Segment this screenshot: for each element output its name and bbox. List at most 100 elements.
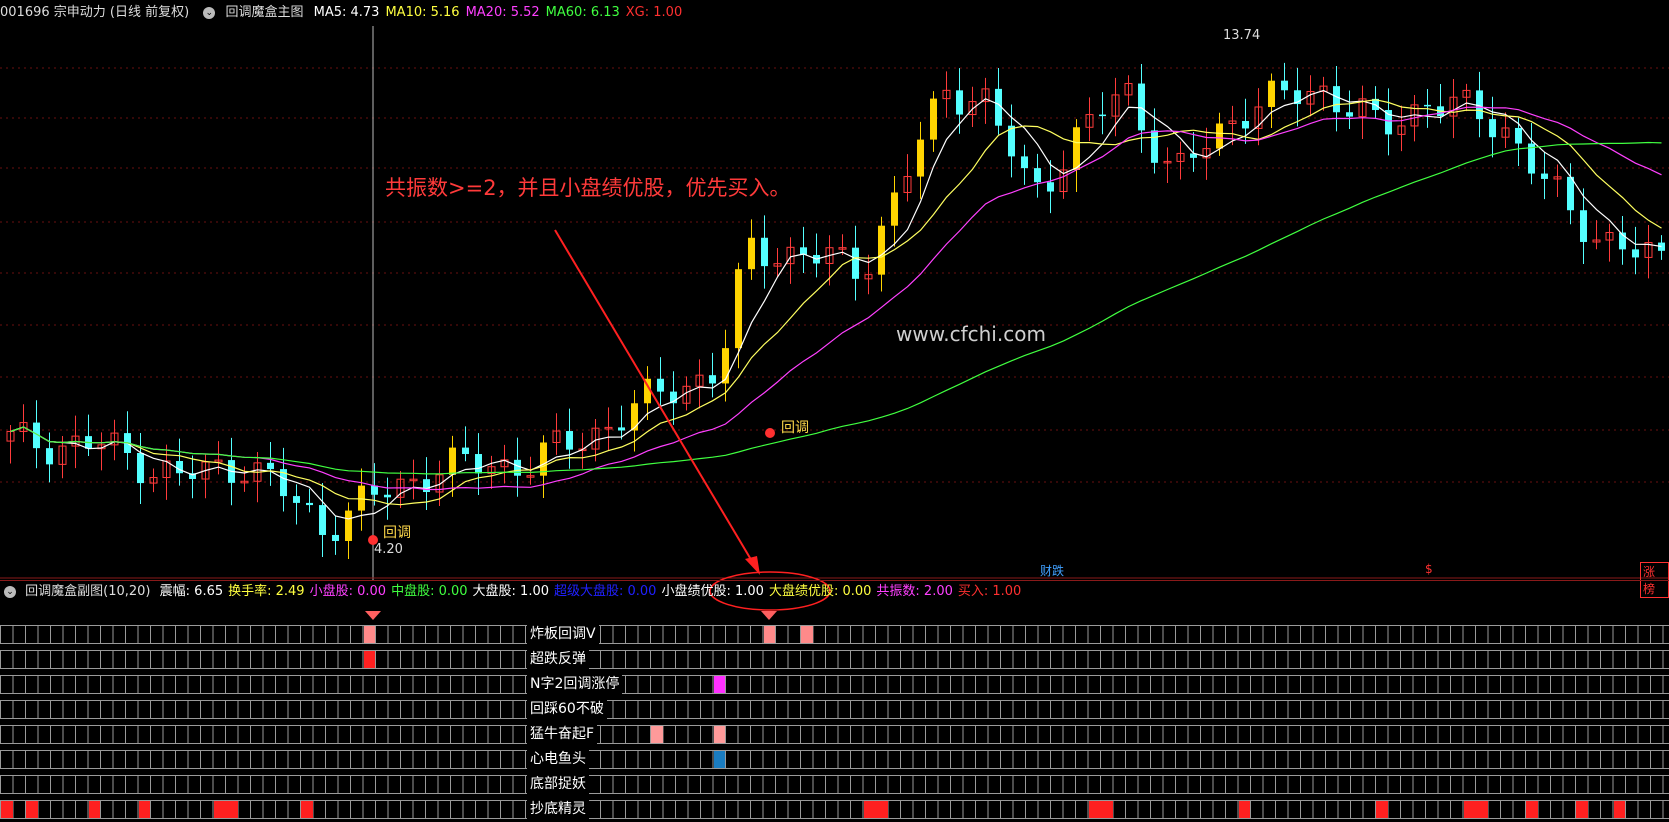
- event-flag[interactable]: 财跌: [1038, 562, 1066, 579]
- signal-cell-active: [1463, 801, 1488, 818]
- signal-row: 回踩60不破: [0, 697, 1669, 722]
- signal-cells: [0, 725, 1669, 744]
- signal-grid: 炸板回调V 超跌反弹 N字2回调涨停 回踩60不破 猛牛奋起F 心电鱼头 底部捉妖 抄底精灵: [0, 622, 1669, 822]
- sub-item: 买入: 1.00: [957, 584, 1022, 599]
- event-flag[interactable]: $: [1423, 562, 1435, 576]
- signal-row-label: 猛牛奋起F: [527, 725, 598, 744]
- signal-cell-active: [26, 801, 38, 818]
- signal-row-label: N字2回调涨停: [527, 675, 623, 694]
- sub-indicator-name[interactable]: 回调魔盒副图(10,20): [25, 584, 150, 599]
- sub-indicator-values: 震幅: 6.65 换手率: 2.49 小盘股: 0.00 中盘股: 0.00 大盘股: …: [160, 584, 1027, 599]
- signal-cell-active: [138, 801, 150, 818]
- buy-marker-icon: [765, 428, 775, 438]
- pullback-signal-label: 回调: [781, 420, 809, 436]
- sub-item: 震幅: 6.65: [159, 584, 224, 599]
- signal-cell-active: [651, 726, 663, 743]
- candle-body: [1489, 119, 1496, 138]
- candle-body: [319, 505, 326, 535]
- candle-body: [657, 378, 664, 392]
- signal-cell-active: [213, 801, 238, 818]
- candle-body: [137, 452, 144, 484]
- signal-marker-icon: [761, 611, 777, 620]
- sub-item: 小盘股: 0.00: [309, 584, 387, 599]
- candle-body: [1242, 121, 1249, 129]
- sub-chart-header: ⌄ 回调魔盒副图(10,20) 震幅: 6.65 换手率: 2.49 小盘股: 0.…: [0, 580, 1669, 603]
- signal-row: 炸板回调V: [0, 622, 1669, 647]
- signal-cell-active: [1613, 801, 1625, 818]
- candle-body: [748, 237, 755, 270]
- signal-row-label: 炸板回调V: [527, 625, 599, 644]
- candle-body: [358, 485, 365, 511]
- candle-body: [1424, 104, 1431, 107]
- candle-body: [371, 485, 378, 495]
- candle-body: [1580, 210, 1587, 242]
- candle-body: [1346, 112, 1353, 117]
- signal-cell-active: [713, 726, 725, 743]
- chevron-down-icon[interactable]: ⌄: [4, 585, 16, 598]
- candle-body: [1073, 127, 1080, 170]
- candle-body: [761, 237, 768, 267]
- candle-body: [1034, 168, 1041, 183]
- sub-item: 小盘绩优股: 1.00: [661, 584, 764, 599]
- signal-cell-active: [763, 626, 775, 643]
- signal-row: 超跌反弹: [0, 647, 1669, 672]
- signal-cell-active: [1238, 801, 1250, 818]
- sub-item: 中盘股: 0.00: [391, 584, 468, 599]
- signal-row-label: 超跌反弹: [527, 650, 589, 669]
- candle-body: [1281, 80, 1288, 91]
- ma20-line: [10, 106, 1662, 491]
- signal-cells: [0, 800, 1669, 819]
- candle-body: [956, 90, 963, 115]
- signal-cell-active: [1376, 801, 1388, 818]
- signal-row: N字2回调涨停: [0, 672, 1669, 697]
- signal-row-label: 抄底精灵: [527, 800, 589, 819]
- pullback-signal-label: 回调: [383, 525, 411, 541]
- signal-cell-active: [88, 801, 100, 818]
- signal-row: 底部捉妖: [0, 772, 1669, 797]
- signal-row-label: 回踩60不破: [527, 700, 607, 719]
- candle-body: [1047, 182, 1054, 192]
- high-price-label: 13.74: [1223, 28, 1261, 43]
- candle-body: [514, 459, 521, 476]
- candle-body: [1515, 127, 1522, 144]
- signal-cells: [0, 700, 1669, 719]
- ma5-line: [10, 89, 1662, 520]
- candle-body: [462, 447, 469, 455]
- signal-cells: [0, 650, 1669, 669]
- candle-body: [1151, 130, 1158, 163]
- candle-body: [930, 98, 937, 140]
- candle-body: [540, 442, 547, 476]
- sub-item: 换手率: 2.49: [228, 584, 305, 599]
- signal-cell-active: [301, 801, 313, 818]
- candle-body: [631, 403, 638, 431]
- candle-body: [891, 192, 898, 226]
- candle-body: [306, 502, 313, 506]
- candle-body: [176, 460, 183, 474]
- signal-marker-icon: [365, 611, 381, 620]
- signal-row: 猛牛奋起F: [0, 722, 1669, 747]
- signal-cells: [0, 750, 1669, 769]
- signal-cell-active: [713, 751, 725, 768]
- candle-body: [1541, 173, 1548, 179]
- candle-body: [1216, 123, 1223, 149]
- signal-cell-active: [363, 626, 375, 643]
- candle-body: [1268, 80, 1275, 107]
- signal-cells: [0, 675, 1669, 694]
- candle-body: [1632, 249, 1639, 258]
- ma10-line: [10, 99, 1662, 506]
- sub-item: 大盘股: 1.00: [472, 584, 549, 599]
- candle-body: [917, 139, 924, 177]
- signal-cells: [0, 625, 1669, 644]
- candle-body: [852, 247, 859, 279]
- candle-body: [566, 431, 573, 450]
- annotation-text: 共振数>=2，并且小盘绩优股，优先买入。: [385, 176, 791, 200]
- ma60-line: [10, 141, 1662, 475]
- candle-body: [1138, 83, 1145, 131]
- candle-body: [384, 494, 391, 498]
- candle-body: [618, 427, 625, 431]
- candle-body: [332, 534, 339, 541]
- low-price-label: 4.20: [374, 542, 403, 557]
- signal-cell-active: [363, 651, 375, 668]
- signal-cell-active: [1576, 801, 1588, 818]
- candle-body: [878, 225, 885, 275]
